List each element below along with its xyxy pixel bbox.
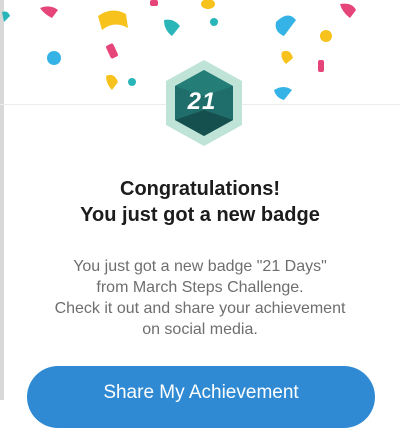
message-line: Check it out and share your achievement bbox=[54, 300, 346, 317]
confetti-piece bbox=[2, 11, 10, 22]
share-achievement-button[interactable]: Share My Achievement bbox=[27, 366, 375, 428]
title-line: Congratulations! bbox=[120, 178, 280, 200]
confetti-piece bbox=[128, 78, 136, 86]
message-line: on social media. bbox=[142, 321, 258, 338]
badge-21-days: 21 bbox=[162, 58, 246, 148]
confetti-piece bbox=[201, 0, 215, 9]
message-line: from March Steps Challenge. bbox=[96, 279, 304, 296]
confetti-piece bbox=[275, 15, 296, 37]
confetti-piece bbox=[318, 60, 324, 72]
confetti-piece bbox=[40, 6, 58, 19]
congratulations-title: Congratulations! You just got a new badg… bbox=[0, 176, 400, 228]
confetti-piece bbox=[106, 43, 118, 59]
confetti-piece bbox=[281, 50, 293, 64]
confetti-piece bbox=[320, 30, 332, 42]
title-line: You just got a new badge bbox=[80, 204, 320, 226]
confetti-piece bbox=[106, 74, 118, 90]
badge-message: You just got a new badge "21 Days" from … bbox=[0, 256, 400, 340]
confetti-piece bbox=[150, 0, 158, 6]
confetti-piece bbox=[47, 51, 61, 65]
confetti-piece bbox=[340, 3, 356, 18]
share-button-label: Share My Achievement bbox=[103, 382, 299, 403]
badge-number: 21 bbox=[187, 88, 217, 115]
confetti-piece bbox=[164, 19, 180, 36]
confetti-piece bbox=[274, 87, 292, 100]
confetti-piece bbox=[98, 10, 128, 30]
message-line: You just got a new badge "21 Days" bbox=[73, 258, 327, 275]
confetti-piece bbox=[210, 18, 218, 26]
